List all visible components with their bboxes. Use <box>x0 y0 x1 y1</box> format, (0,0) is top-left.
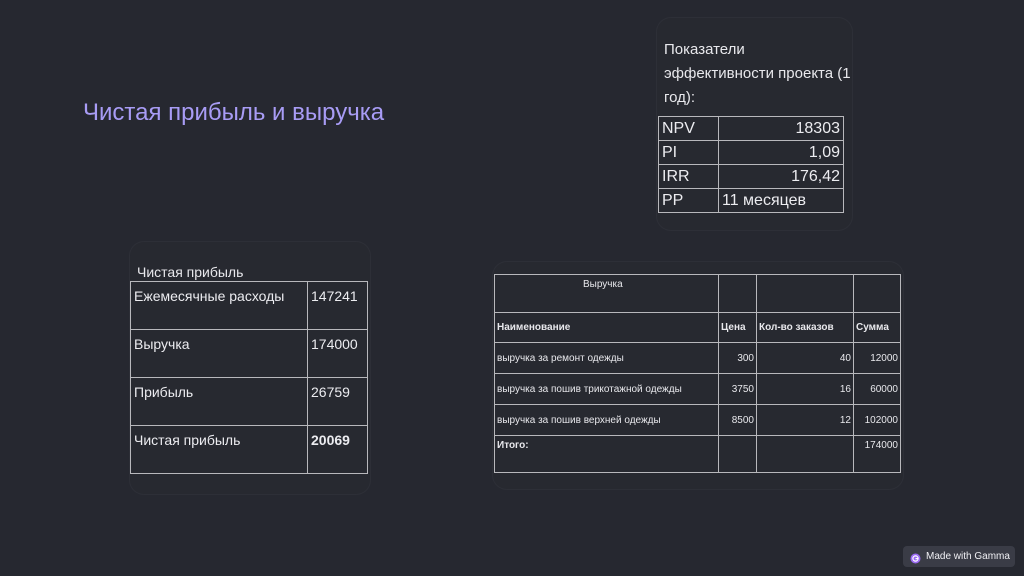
header-sum: Сумма <box>853 312 901 343</box>
revenue-title: Выручка <box>494 274 719 313</box>
profit-value: 147241 <box>307 281 368 330</box>
kpi-value: 1,09 <box>718 140 844 165</box>
empty-cell <box>853 274 901 313</box>
revenue-total-label: Итого: <box>494 435 719 473</box>
profit-value: 26759 <box>307 377 368 426</box>
profit-value: 174000 <box>307 329 368 378</box>
kpi-heading: Показатели эффективности проекта (1 год)… <box>664 41 851 106</box>
revenue-item-name: выручка за пошив верхней одежды <box>494 404 719 436</box>
empty-cell <box>718 435 757 473</box>
revenue-item-sum: 60000 <box>853 373 901 405</box>
profit-label: Прибыль <box>130 377 308 426</box>
revenue-total-sum: 174000 <box>853 435 901 473</box>
revenue-row: выручка за пошив трикотажной одежды 3750… <box>494 373 901 405</box>
revenue-item-price: 300 <box>718 342 757 374</box>
revenue-item-price: 8500 <box>718 404 757 436</box>
revenue-item-name: выручка за ремонт одежды <box>494 342 719 374</box>
profit-row: Выручка 174000 <box>130 329 368 378</box>
header-qty: Кол-во заказов <box>756 312 854 343</box>
profit-row: Ежемесячные расходы 147241 <box>130 281 368 330</box>
badge-label: Made with Gamma <box>926 551 1010 562</box>
revenue-table: Выручка Наименование Цена Кол-во заказов… <box>494 274 901 473</box>
profit-row: Чистая прибыль 20069 <box>130 425 368 474</box>
kpi-row: IRR 176,42 <box>658 164 844 189</box>
made-with-gamma-badge[interactable]: Made with Gamma <box>903 546 1015 567</box>
revenue-item-qty: 16 <box>756 373 854 405</box>
kpi-name: PI <box>658 140 719 165</box>
revenue-item-sum: 12000 <box>853 342 901 374</box>
kpi-name: NPV <box>658 116 719 141</box>
kpi-name: IRR <box>658 164 719 189</box>
empty-cell <box>718 274 757 313</box>
profit-caption: Чистая прибыль <box>137 264 244 280</box>
revenue-title-row: Выручка <box>494 274 901 313</box>
profit-card: Чистая прибыль Ежемесячные расходы 14724… <box>130 242 370 494</box>
gamma-logo-icon <box>910 551 921 564</box>
net-profit-value: 20069 <box>307 425 368 474</box>
header-price: Цена <box>718 312 757 343</box>
revenue-row: выручка за пошив верхней одежды 8500 12 … <box>494 404 901 436</box>
kpi-name: PP <box>658 188 719 213</box>
kpi-row: PI 1,09 <box>658 140 844 165</box>
kpi-row: PP 11 месяцев <box>658 188 844 213</box>
revenue-header-row: Наименование Цена Кол-во заказов Сумма <box>494 312 901 343</box>
kpi-row: NPV 18303 <box>658 116 844 141</box>
revenue-item-price: 3750 <box>718 373 757 405</box>
empty-cell <box>756 435 854 473</box>
profit-label: Выручка <box>130 329 308 378</box>
kpi-value: 176,42 <box>718 164 844 189</box>
revenue-card: Выручка Наименование Цена Кол-во заказов… <box>493 262 903 489</box>
kpi-table: NPV 18303 PI 1,09 IRR 176,42 PP 11 месяц… <box>658 116 844 213</box>
revenue-total-row: Итого: 174000 <box>494 435 901 473</box>
revenue-row: выручка за ремонт одежды 300 40 12000 <box>494 342 901 374</box>
profit-label: Ежемесячные расходы <box>130 281 308 330</box>
revenue-item-name: выручка за пошив трикотажной одежды <box>494 373 719 405</box>
revenue-item-qty: 40 <box>756 342 854 374</box>
profit-table: Ежемесячные расходы 147241 Выручка 17400… <box>130 281 368 474</box>
kpi-card: Показатели эффективности проекта (1 год)… <box>657 18 852 230</box>
empty-cell <box>756 274 854 313</box>
kpi-value: 11 месяцев <box>718 188 844 213</box>
slide-title: Чистая прибыль и выручка <box>83 99 385 126</box>
profit-label: Чистая прибыль <box>130 425 308 474</box>
revenue-item-qty: 12 <box>756 404 854 436</box>
kpi-value: 18303 <box>718 116 844 141</box>
header-name: Наименование <box>494 312 719 343</box>
revenue-item-sum: 102000 <box>853 404 901 436</box>
profit-row: Прибыль 26759 <box>130 377 368 426</box>
